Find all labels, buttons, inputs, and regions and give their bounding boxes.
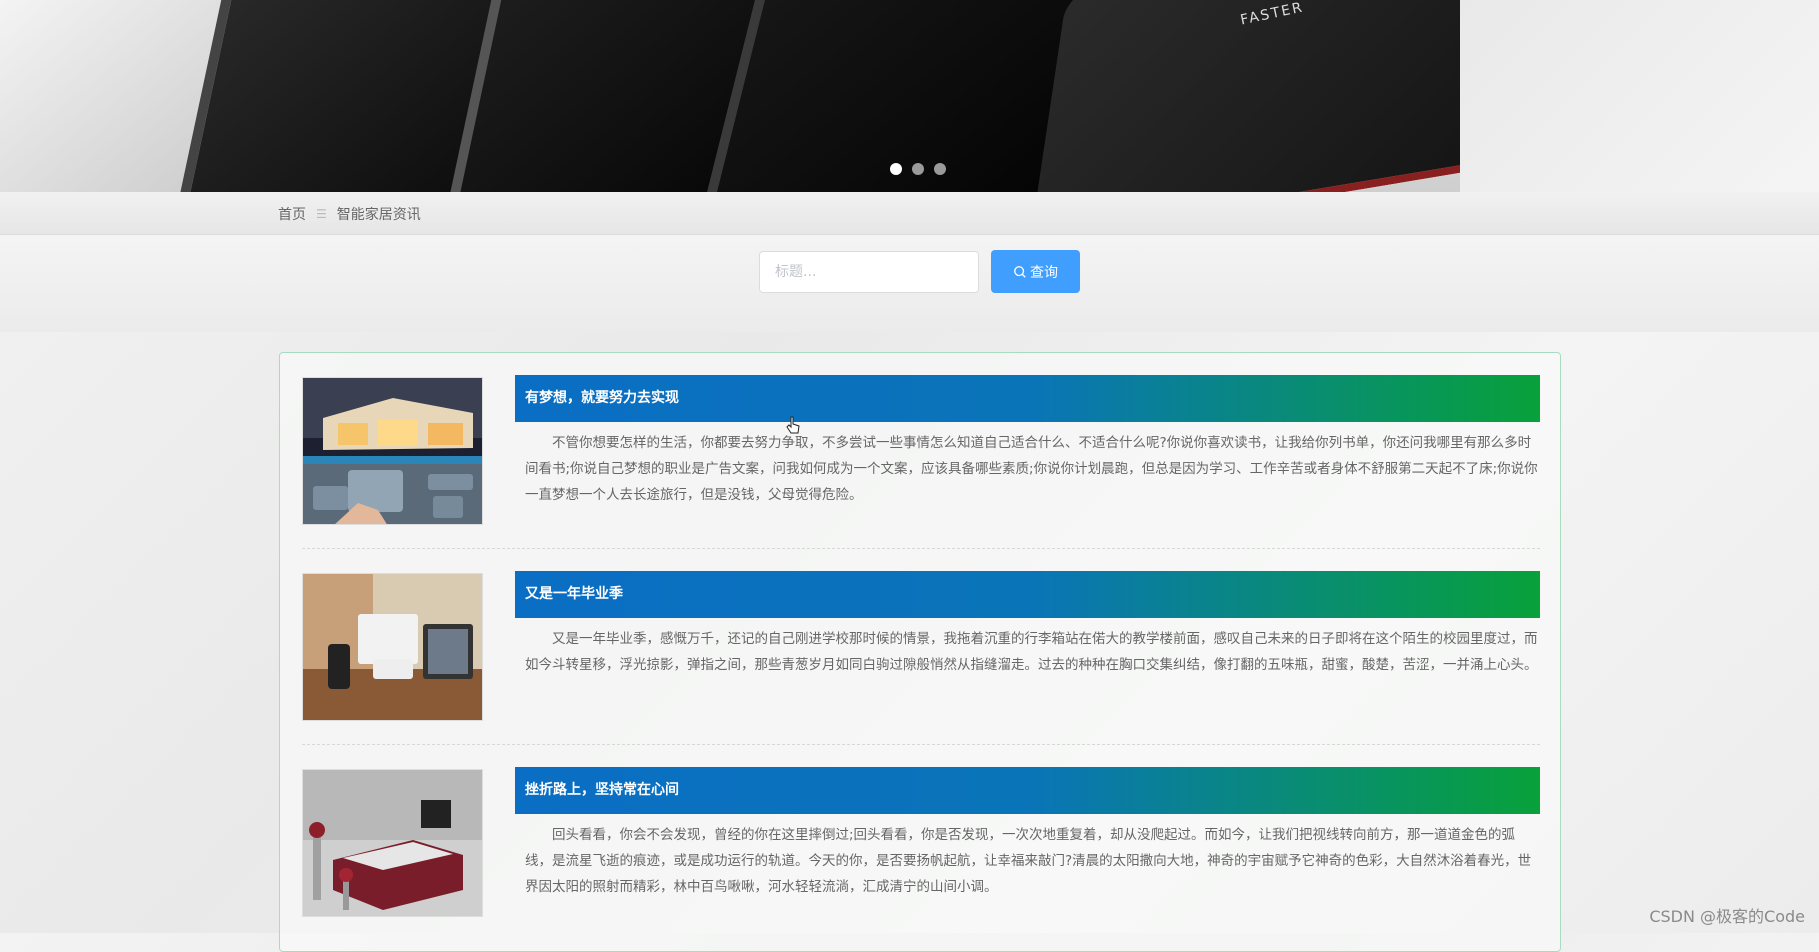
- watermark: CSDN @极客的Code: [1649, 907, 1805, 926]
- carousel-dot-3[interactable]: [934, 163, 946, 175]
- list-divider: [302, 744, 1540, 745]
- search-area: 查询: [0, 235, 1819, 332]
- news-description: 回头看看，你会不会发现，曾经的你在这里摔倒过;回头看看，你是否发现，一次次地重复…: [525, 827, 1532, 895]
- banner-background: [1460, 0, 1819, 192]
- search-button-label: 查询: [1030, 264, 1058, 281]
- news-description: 不管你想要怎样的生活，你都要去努力争取，不多尝试一些事情怎么知道自己适合什么、不…: [525, 435, 1538, 503]
- breadcrumb-separator-icon: ☰: [316, 207, 327, 221]
- news-thumbnail[interactable]: [302, 769, 483, 917]
- title-search-input[interactable]: [759, 251, 979, 293]
- list-divider: [302, 548, 1540, 549]
- list-item[interactable]: 又是一年毕业季 又是一年毕业季，感慨万千，还记的自己刚进学校那时候的情景，我拖着…: [302, 571, 1540, 745]
- news-thumbnail[interactable]: [302, 377, 483, 525]
- news-title[interactable]: 又是一年毕业季: [515, 571, 1540, 618]
- banner-carousel[interactable]: FASTER: [0, 0, 1819, 192]
- smart-house-image: [303, 378, 482, 524]
- news-list: 有梦想，就要努力去实现 不管你想要怎样的生活，你都要去努力争取，不多尝试一些事情…: [279, 352, 1561, 952]
- news-description: 又是一年毕业季，感慨万千，还记的自己刚进学校那时候的情景，我拖着沉重的行李箱站在…: [525, 631, 1538, 673]
- carousel-dot-1[interactable]: [890, 163, 902, 175]
- news-title[interactable]: 挫折路上，坚持常在心间: [515, 767, 1540, 814]
- hand-cursor-icon: [786, 416, 800, 434]
- carousel-dot-2[interactable]: [912, 163, 924, 175]
- breadcrumb: 首页 ☰ 智能家居资讯: [278, 204, 421, 224]
- carousel-indicators: [890, 163, 946, 175]
- breadcrumb-bar: 首页 ☰ 智能家居资讯: [0, 192, 1819, 235]
- news-title[interactable]: 有梦想，就要努力去实现: [515, 375, 1540, 422]
- search-icon: [1014, 265, 1026, 278]
- breadcrumb-home-link[interactable]: 首页: [278, 204, 306, 224]
- smart-devices-image: [303, 574, 482, 720]
- list-item[interactable]: 有梦想，就要努力去实现 不管你想要怎样的生活，你都要去努力争取，不多尝试一些事情…: [302, 375, 1540, 549]
- smart-furniture-image: [303, 770, 482, 916]
- news-thumbnail[interactable]: [302, 573, 483, 721]
- search-button[interactable]: 查询: [991, 250, 1080, 293]
- breadcrumb-current: 智能家居资讯: [336, 207, 421, 223]
- list-item[interactable]: 挫折路上，坚持常在心间 回头看看，你会不会发现，曾经的你在这里摔倒过;回头看看，…: [302, 767, 1540, 941]
